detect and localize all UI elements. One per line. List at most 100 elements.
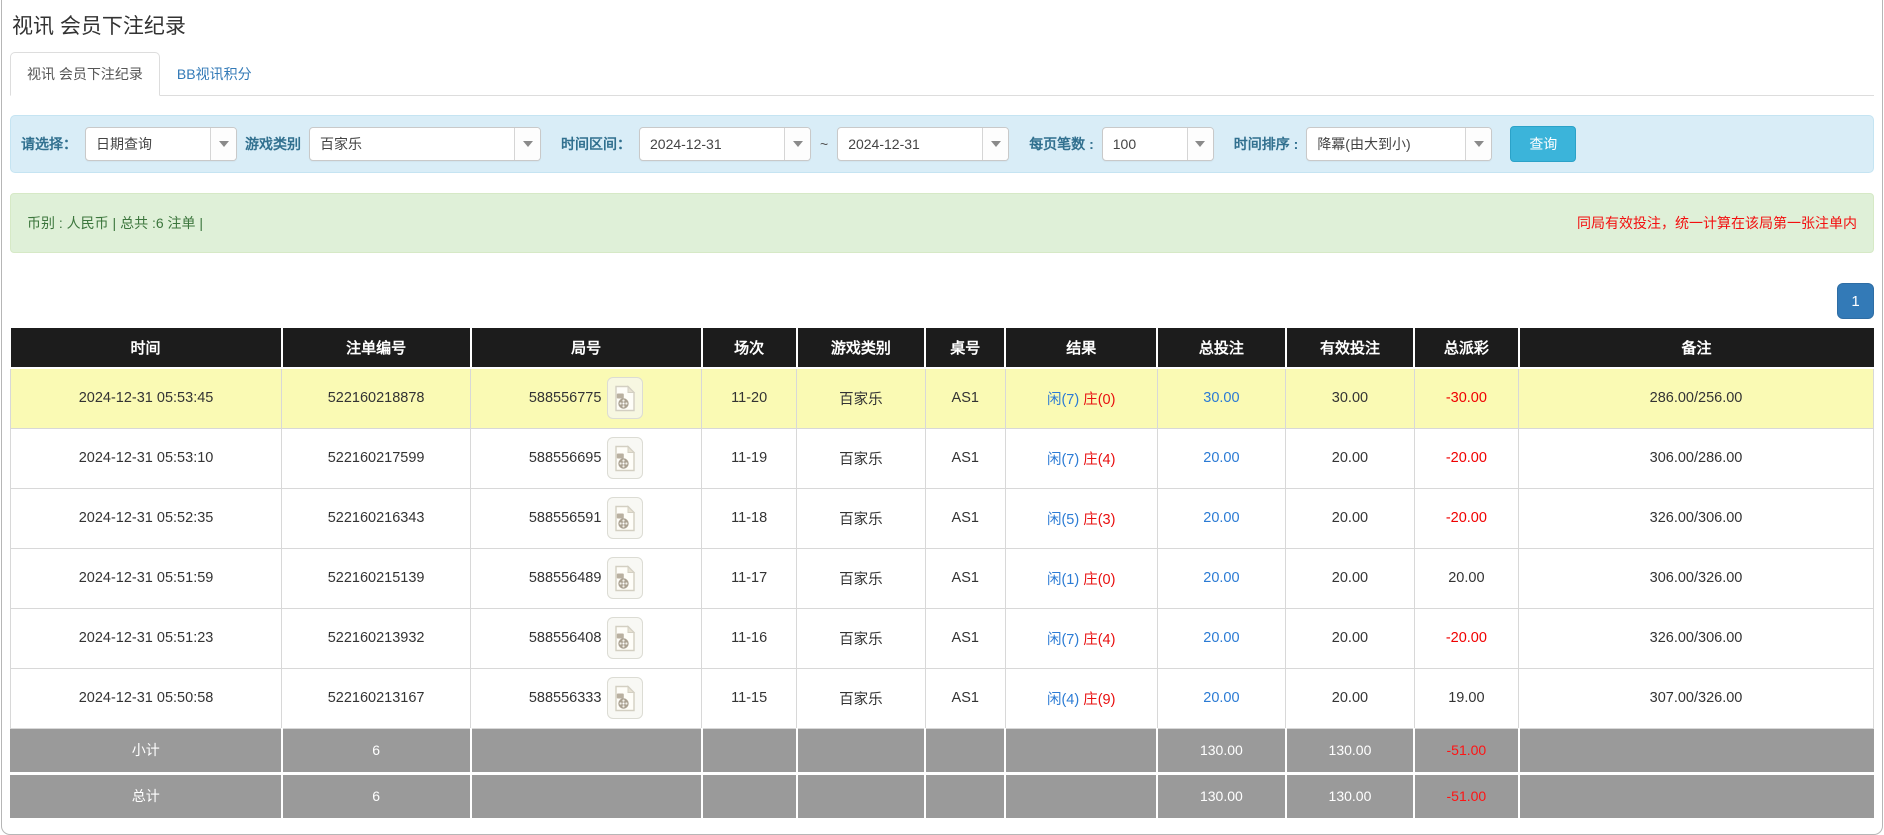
result-banker: 庄(3) [1083,512,1115,528]
chevron-down-icon[interactable] [514,128,540,160]
chevron-down-icon[interactable] [210,128,236,160]
result-player: 闲(4) [1047,692,1079,708]
cell-total-bet: 20.00 [1157,548,1286,608]
cell-time: 2024-12-31 05:50:58 [11,668,282,728]
cell-bet-no: 522160218878 [282,368,471,428]
cell-round-no: 588556591 [471,488,702,548]
total-bet-link[interactable]: 30.00 [1203,390,1239,406]
query-type-label: 请选择： [21,134,77,154]
header-result: 结果 [1005,328,1157,368]
total-bet-link[interactable]: 20.00 [1203,510,1239,526]
cell-remark: 306.00/286.00 [1519,428,1874,488]
chevron-down-icon[interactable] [1187,128,1213,160]
cell-table-no: AS1 [925,668,1005,728]
time-range-label: 时间区间： [561,134,631,154]
video-replay-button[interactable] [607,557,643,599]
valid-bet-sum: 130.00 [1286,728,1415,773]
cell-time: 2024-12-31 05:53:45 [11,368,282,428]
date-to-value: 2024-12-31 [838,128,982,160]
total-bet-link[interactable]: 20.00 [1203,690,1239,706]
table-row: 2024-12-31 05:50:58522160213167588556333… [11,668,1874,728]
cell-result: 闲(7) 庄(4) [1005,428,1157,488]
result-player: 闲(7) [1047,392,1079,408]
cell-time: 2024-12-31 05:52:35 [11,488,282,548]
cell-game-type: 百家乐 [797,488,926,548]
cell-result: 闲(7) 庄(4) [1005,608,1157,668]
video-replay-button[interactable] [607,677,643,719]
result-banker: 庄(0) [1083,572,1115,588]
cell-game-type: 百家乐 [797,608,926,668]
cell-session: 11-20 [702,368,797,428]
cell-remark: 326.00/306.00 [1519,608,1874,668]
film-document-icon [614,685,636,712]
date-to-select[interactable]: 2024-12-31 [837,127,1009,161]
table-row: 2024-12-31 05:52:35522160216343 588556591… [11,488,1874,548]
round-no-text: 588556775 [529,390,602,406]
chevron-down-icon[interactable] [1465,128,1491,160]
chevron-down-icon[interactable] [982,128,1008,160]
cell-payout: -20.00 [1414,608,1518,668]
cell-round-no: 588556489 [471,548,702,608]
cell-result: 闲(7) 庄(0) [1005,368,1157,428]
header-total-bet: 总投注 [1157,328,1286,368]
result-player: 闲(7) [1047,452,1079,468]
table-row: 2024-12-31 05:51:23522160213932588556408… [11,608,1874,668]
cell-payout: -20.00 [1414,428,1518,488]
sort-value: 降冪(由大到小) [1307,128,1465,160]
round-no-text: 588556591 [529,510,602,526]
result-player: 闲(1) [1047,572,1079,588]
cell-table-no: AS1 [925,608,1005,668]
page-size-value: 100 [1103,128,1187,160]
total-bet-sum: 130.00 [1157,728,1286,773]
tab-video-bet-records[interactable]: 视讯 会员下注纪录 [10,52,160,96]
cell-session: 11-18 [702,488,797,548]
cell-time: 2024-12-31 05:53:10 [11,428,282,488]
film-document-icon [614,445,636,472]
payout-sum: -51.00 [1414,728,1518,773]
cell-session: 11-17 [702,548,797,608]
records-table: 时间 注单编号 局号 场次 游戏类别 桌号 结果 总投注 有效投注 总派彩 备注… [10,328,1874,818]
cell-remark: 306.00/326.00 [1519,548,1874,608]
cell-remark: 307.00/326.00 [1519,668,1874,728]
total-bet-link[interactable]: 20.00 [1203,630,1239,646]
cell-bet-no: 522160216343 [282,488,471,548]
pagination: 1 [10,283,1874,319]
cell-result: 闲(1) 庄(0) [1005,548,1157,608]
date-from-select[interactable]: 2024-12-31 [639,127,811,161]
film-document-icon [614,505,636,532]
game-type-value: 百家乐 [310,128,514,160]
header-round-no: 局号 [471,328,702,368]
cell-round-no: 588556333 [471,668,702,728]
round-no-text: 588556333 [529,690,602,706]
cell-round-no: 588556695 [471,428,702,488]
game-type-select[interactable]: 百家乐 [309,127,541,161]
tab-bb-video-points[interactable]: BB视讯积分 [160,52,269,96]
cell-round-no: 588556408 [471,608,702,668]
query-type-select[interactable]: 日期查询 [85,127,237,161]
video-replay-button[interactable] [607,437,643,479]
page-size-select[interactable]: 100 [1102,127,1214,161]
total-bet-link[interactable]: 20.00 [1203,570,1239,586]
cell-table-no: AS1 [925,488,1005,548]
round-no-text: 588556408 [529,630,602,646]
cell-game-type: 百家乐 [797,428,926,488]
total-bet-sum: 130.00 [1157,773,1286,818]
chevron-down-icon[interactable] [784,128,810,160]
result-banker: 庄(0) [1083,392,1115,408]
query-button[interactable]: 查询 [1510,126,1576,162]
video-replay-button[interactable] [607,497,643,539]
total-bet-link[interactable]: 20.00 [1203,450,1239,466]
page-container: 视讯 会员下注纪录 视讯 会员下注纪录 BB视讯积分 请选择： 日期查询 游戏类… [1,0,1883,835]
sort-label: 时间排序 : [1234,134,1299,154]
round-no-text: 588556695 [529,450,602,466]
total-count: 6 [282,773,471,818]
cell-session: 11-16 [702,608,797,668]
cell-bet-no: 522160215139 [282,548,471,608]
sort-select[interactable]: 降冪(由大到小) [1306,127,1492,161]
page-button-1[interactable]: 1 [1837,283,1874,319]
video-replay-button[interactable] [607,617,643,659]
tab-bar: 视讯 会员下注纪录 BB视讯积分 [10,52,1874,96]
cell-remark: 326.00/306.00 [1519,488,1874,548]
film-document-icon [614,385,636,412]
video-replay-button[interactable] [607,377,643,419]
